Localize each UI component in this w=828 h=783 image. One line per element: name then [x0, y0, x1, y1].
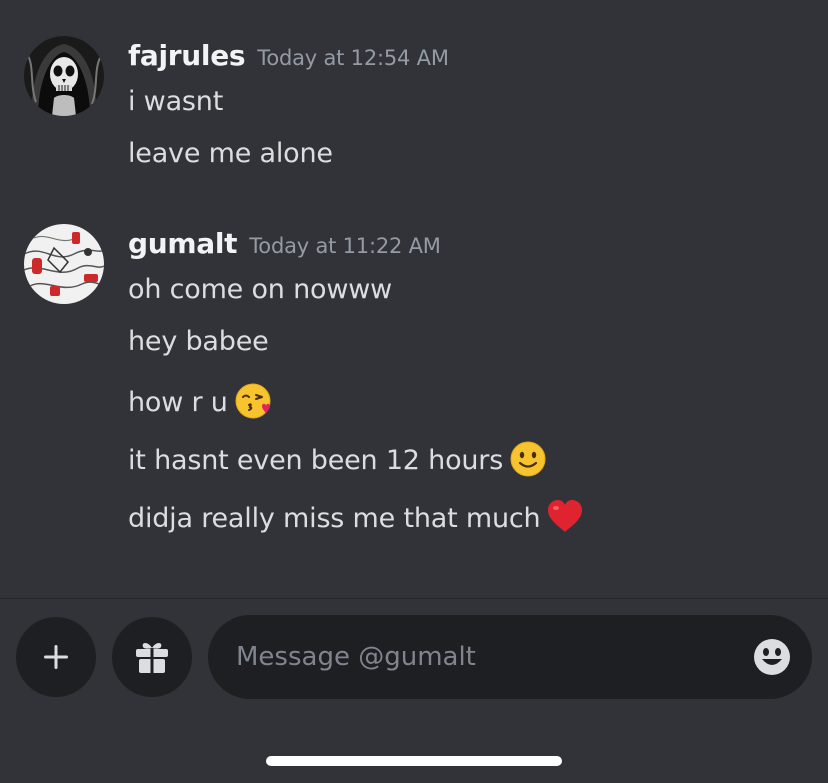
message-text[interactable]: i wasnt [128, 84, 223, 120]
message-input[interactable] [236, 615, 736, 699]
face-blowing-a-kiss-icon [234, 382, 272, 420]
message-row[interactable]: it hasnt even been 12 hours [128, 440, 547, 478]
message-header: fajrules Today at 12:54 AM [128, 38, 449, 74]
slightly-smiling-face-icon [509, 440, 547, 478]
message-text: how r u [128, 387, 228, 418]
skull-avatar-icon [24, 36, 104, 116]
emoji-icon [754, 639, 790, 675]
emoji-picker-button[interactable] [752, 637, 792, 677]
username[interactable]: gumalt [128, 227, 238, 260]
message-header: gumalt Today at 11:22 AM [128, 226, 441, 262]
home-indicator[interactable] [266, 756, 562, 766]
username[interactable]: fajrules [128, 39, 246, 72]
plus-icon [44, 645, 68, 669]
red-heart-icon [546, 498, 584, 536]
add-attachment-button[interactable] [16, 617, 96, 697]
message-text[interactable]: hey babee [128, 324, 269, 360]
timestamp: Today at 11:22 AM [249, 234, 441, 258]
message-text[interactable]: leave me alone [128, 136, 333, 172]
message-text: didja really miss me that much [128, 503, 541, 534]
message-row[interactable]: didja really miss me that much [128, 498, 584, 534]
timestamp: Today at 12:54 AM [257, 46, 449, 70]
avatar[interactable] [24, 224, 104, 304]
message-text: it hasnt even been 12 hours [128, 445, 504, 476]
avatar[interactable] [24, 36, 104, 116]
message-text[interactable]: oh come on nowww [128, 272, 392, 308]
abstract-red-white-avatar-icon [24, 224, 104, 304]
message-input-container[interactable] [208, 615, 812, 699]
gift-button[interactable] [112, 617, 192, 697]
gift-icon [136, 643, 168, 673]
message-list[interactable]: fajrules Today at 12:54 AM i wasnt leave … [0, 0, 828, 598]
message-row[interactable]: how r u [128, 382, 272, 420]
